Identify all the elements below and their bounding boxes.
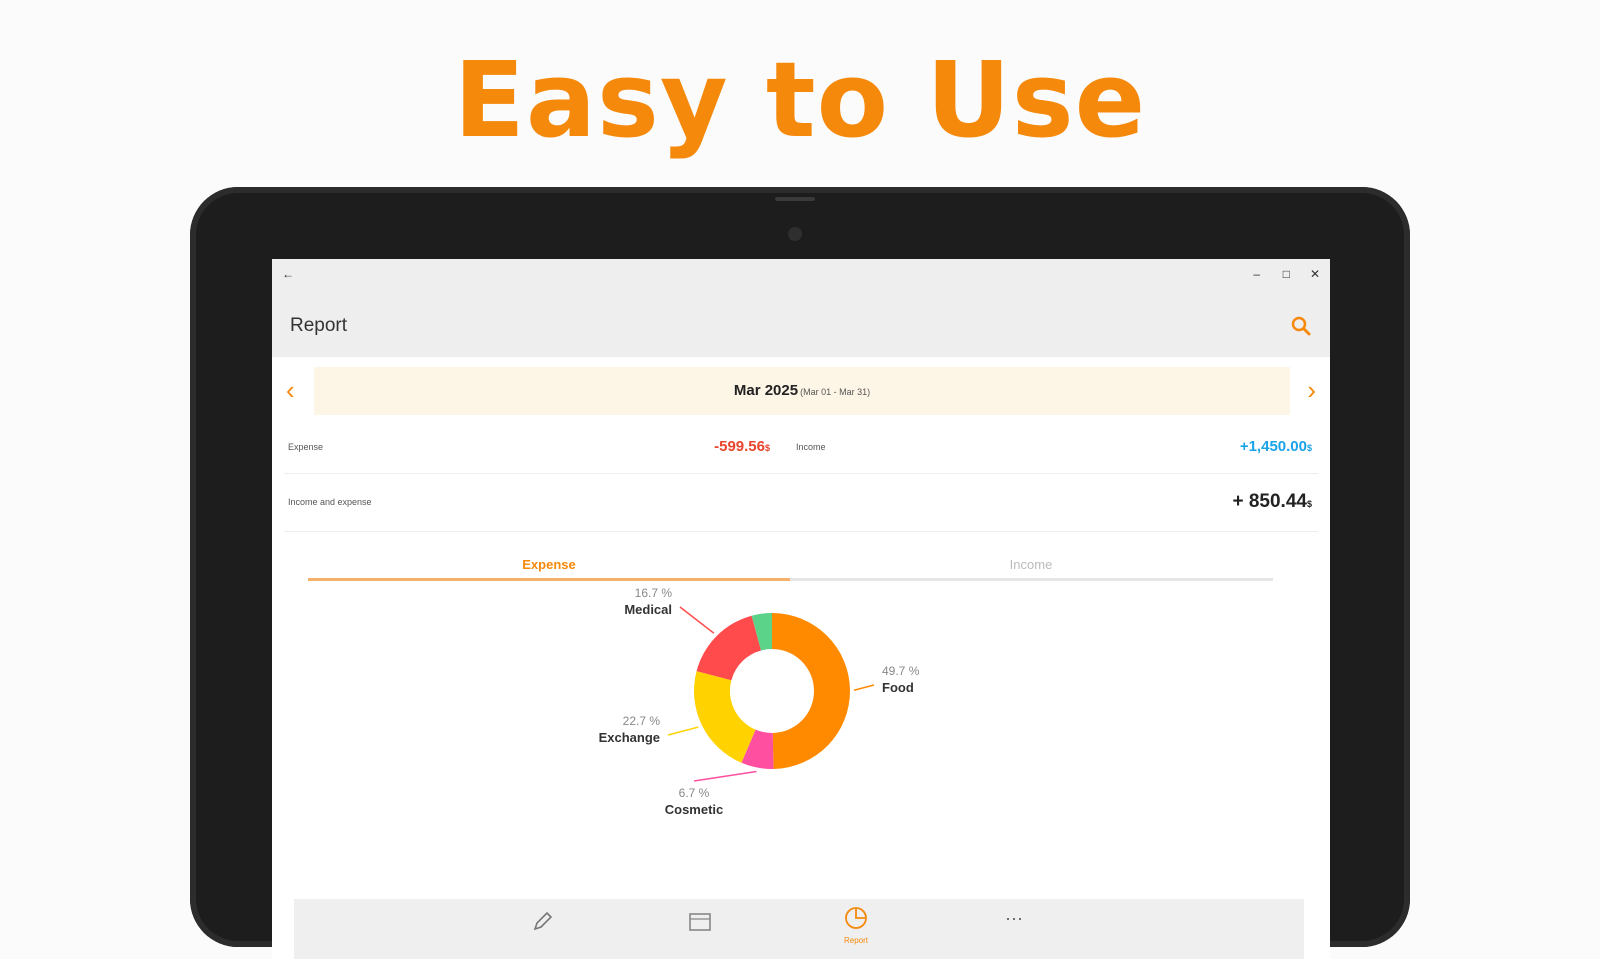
slice-category-label: Exchange [599,730,660,745]
camera-icon [788,227,802,241]
nav-report[interactable]: Report [836,905,876,945]
tab-expense[interactable]: Expense [308,552,790,578]
expense-summary: Expense -599.56$ [284,424,776,472]
leader-line [667,726,699,736]
app-screen: ← – □ ✕ Report ‹ Mar 2025 (Mar 01 - Mar 3… [272,259,1330,959]
pencil-icon [533,911,553,931]
slice-percent-label: 6.7 % [679,786,710,800]
income-value: +1,450.00$ [1239,438,1312,455]
period-range: (Mar 01 - Mar 31) [800,387,871,397]
net-label: Income and expense [288,497,372,507]
nav-calendar[interactable] [680,909,720,940]
period-selector[interactable]: Mar 2025 (Mar 01 - Mar 31) [314,367,1290,415]
slice-percent-label: 49.7 % [882,664,920,678]
calendar-icon [689,913,711,931]
more-icon[interactable]: ⋯ [994,909,1034,930]
tablet-frame: ← – □ ✕ Report ‹ Mar 2025 (Mar 01 - Mar 3… [190,187,1410,959]
expense-value: -599.56$ [714,438,770,455]
slice-percent-label: 16.7 % [635,586,673,600]
expense-donut-chart: 49.7 % Food 6.7 % Cosmetic 22.7 % Exchange 16.… [599,586,920,817]
app-bar: Report [272,293,1330,357]
leader-line [679,606,715,634]
next-month-button[interactable]: › [1307,375,1316,405]
donut-slice[interactable] [772,613,851,769]
report-tabs: Expense Income [308,552,1273,582]
net-value: + 850.44$ [1232,491,1312,512]
donut-slice[interactable] [694,671,756,763]
period-month: Mar 2025 [733,382,799,399]
slice-percent-label: 22.7 % [623,714,661,728]
close-icon[interactable]: ✕ [1310,267,1320,281]
previous-month-button[interactable]: ‹ [286,375,295,405]
leader-line [693,770,757,782]
window-titlebar: ← – □ ✕ [272,259,1330,293]
expense-label: Expense [288,442,324,452]
back-arrow-icon[interactable]: ← [282,267,294,281]
search-icon[interactable] [1290,315,1312,337]
nav-report-label: Report [843,936,868,945]
nav-input[interactable] [522,909,562,940]
report-chart-icon [845,907,867,929]
slice-category-label: Food [882,680,914,695]
tab-income[interactable]: Income [790,552,1272,578]
minimize-icon[interactable]: – [1253,267,1260,281]
income-summary: Income +1,450.00$ [792,424,1318,472]
page-title: Report [290,315,348,336]
donut-slice[interactable] [696,615,762,681]
leader-line [853,684,875,691]
bottom-navigation: Report ⋯ [294,899,1304,959]
slice-category-label: Cosmetic [665,802,724,817]
net-summary: Income and expense + 850.44$ [284,479,1318,529]
headline: Easy to Use [453,39,1147,161]
tablet-speaker [775,197,815,201]
divider [284,473,1318,474]
income-label: Income [796,442,826,452]
slice-category-label: Medical [624,602,672,617]
maximize-icon[interactable]: □ [1283,267,1290,281]
divider [284,531,1318,532]
